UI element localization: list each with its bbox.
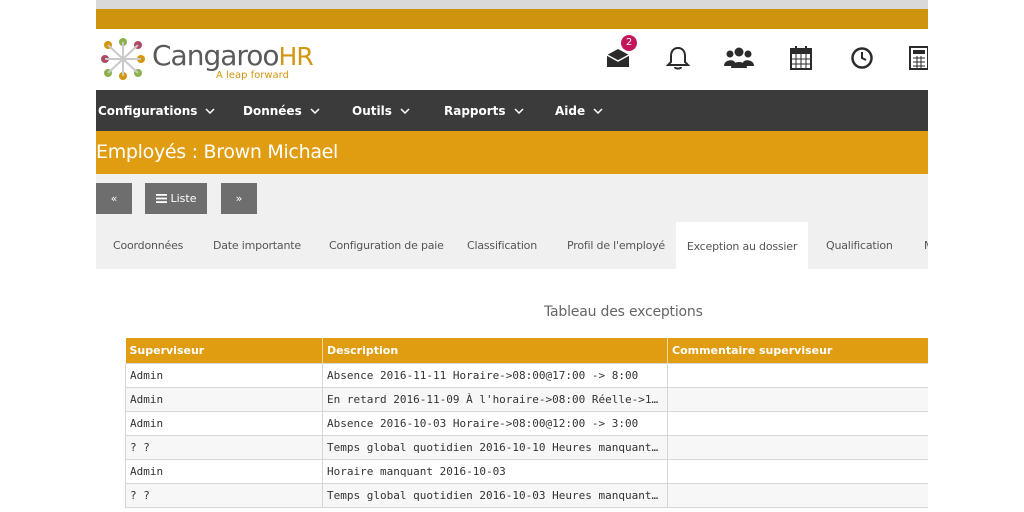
cell-superviseur: Admin xyxy=(125,459,323,484)
cell-commentaire xyxy=(667,459,928,484)
calculator-icon xyxy=(909,46,928,70)
nav-outils[interactable]: Outils xyxy=(352,90,410,131)
table-row[interactable]: Admin En retard 2016-11-09 À l'horaire->… xyxy=(125,387,928,412)
cell-description: Absence 2016-11-11 Horaire->08:00@17:00 … xyxy=(322,363,668,388)
bell-icon xyxy=(666,46,690,70)
chevron-down-icon xyxy=(514,107,524,114)
next-record-button[interactable]: » xyxy=(221,183,257,214)
nav-rapports[interactable]: Rapports xyxy=(444,90,524,131)
list-label: Liste xyxy=(170,192,197,205)
browser-edge xyxy=(96,0,928,9)
main-nav: Configurations Données Outils Rapports A… xyxy=(96,90,928,131)
time-button[interactable] xyxy=(845,41,879,75)
notifications-badge: 2 xyxy=(621,35,637,51)
logo[interactable]: CangarooHR A leap forward xyxy=(100,37,314,87)
cell-commentaire xyxy=(667,363,928,388)
chevron-down-icon xyxy=(310,107,320,114)
column-header-description[interactable]: Description xyxy=(322,338,668,364)
chevron-down-icon xyxy=(400,107,410,114)
prev-label: « xyxy=(110,192,118,205)
exceptions-table: Superviseur Description Commentaire supe… xyxy=(125,338,928,508)
cell-description: Temps global quotidien 2016-10-03 Heures… xyxy=(322,483,668,508)
brand-tagline: A leap forward xyxy=(216,70,289,81)
table-row[interactable]: Admin Absence 2016-11-11 Horaire->08:00@… xyxy=(125,363,928,388)
nav-configurations[interactable]: Configurations xyxy=(98,90,215,131)
table-caption: Tableau des exceptions xyxy=(544,304,703,320)
tab-classification[interactable]: Classification xyxy=(467,222,537,269)
tab-configuration-de-paie[interactable]: Configuration de paie xyxy=(329,222,444,269)
employee-tabs: Coordonnées Date importante Configuratio… xyxy=(96,222,928,270)
brand-name: CangarooHR xyxy=(152,39,314,72)
cell-commentaire xyxy=(667,387,928,412)
column-header-commentaire[interactable]: Commentaire superviseur xyxy=(667,338,928,364)
messages-button[interactable]: 2 xyxy=(601,35,637,75)
calculator-button[interactable] xyxy=(902,41,928,75)
cell-superviseur: Admin xyxy=(125,387,323,412)
calendar-button[interactable] xyxy=(784,41,818,75)
table-row[interactable]: Admin Absence 2016-10-03 Horaire->08:00@… xyxy=(125,411,928,436)
cell-description: Absence 2016-10-03 Horaire->08:00@12:00 … xyxy=(322,411,668,436)
cell-superviseur: ? ? xyxy=(125,483,323,508)
previous-record-button[interactable]: « xyxy=(96,183,132,214)
cell-description: Temps global quotidien 2016-10-10 Heures… xyxy=(322,435,668,460)
cell-commentaire xyxy=(667,435,928,460)
users-icon xyxy=(724,47,754,68)
table-row[interactable]: ? ? Temps global quotidien 2016-10-10 He… xyxy=(125,435,928,460)
clock-icon xyxy=(851,47,873,69)
cell-commentaire xyxy=(667,411,928,436)
alerts-button[interactable] xyxy=(661,41,695,75)
logo-mark-icon xyxy=(101,38,145,80)
cell-commentaire xyxy=(667,483,928,508)
top-accent-stripe xyxy=(96,9,928,29)
cell-superviseur: Admin xyxy=(125,411,323,436)
team-button[interactable] xyxy=(722,41,756,75)
app-header: CangarooHR A leap forward 2 xyxy=(96,29,928,90)
tab-qualification[interactable]: Qualification xyxy=(826,222,893,269)
record-toolbar: « Liste » xyxy=(96,174,928,222)
next-label: » xyxy=(235,192,243,205)
calendar-icon xyxy=(790,46,812,70)
brand-suffix: HR xyxy=(278,42,314,71)
page-title-bar: Employés : Brown Michael xyxy=(96,131,928,174)
list-button[interactable]: Liste xyxy=(145,183,207,214)
table-row[interactable]: ? ? Temps global quotidien 2016-10-03 He… xyxy=(125,483,928,508)
tab-profil-employe[interactable]: Profil de l'employé xyxy=(567,222,665,269)
chevron-down-icon xyxy=(593,107,603,114)
tab-exception-au-dossier[interactable]: Exception au dossier xyxy=(676,222,808,270)
cell-superviseur: Admin xyxy=(125,363,323,388)
page-title: Employés : Brown Michael xyxy=(96,141,339,163)
cell-description: En retard 2016-11-09 À l'horaire->08:00 … xyxy=(322,387,668,412)
nav-aide[interactable]: Aide xyxy=(555,90,603,131)
cell-description: Horaire manquant 2016-10-03 xyxy=(322,459,668,484)
nav-donnees[interactable]: Données xyxy=(243,90,320,131)
chevron-down-icon xyxy=(205,107,215,114)
column-header-superviseur[interactable]: Superviseur xyxy=(125,338,323,364)
tab-more[interactable]: M xyxy=(924,222,928,269)
tab-coordonnees[interactable]: Coordonnées xyxy=(113,222,183,269)
table-header-row: Superviseur Description Commentaire supe… xyxy=(125,338,928,364)
list-icon xyxy=(155,194,167,203)
cell-superviseur: ? ? xyxy=(125,435,323,460)
tab-date-importante[interactable]: Date importante xyxy=(213,222,301,269)
table-row[interactable]: Admin Horaire manquant 2016-10-03 xyxy=(125,459,928,484)
app-window: CangarooHR A leap forward 2 Configuratio… xyxy=(96,0,928,512)
